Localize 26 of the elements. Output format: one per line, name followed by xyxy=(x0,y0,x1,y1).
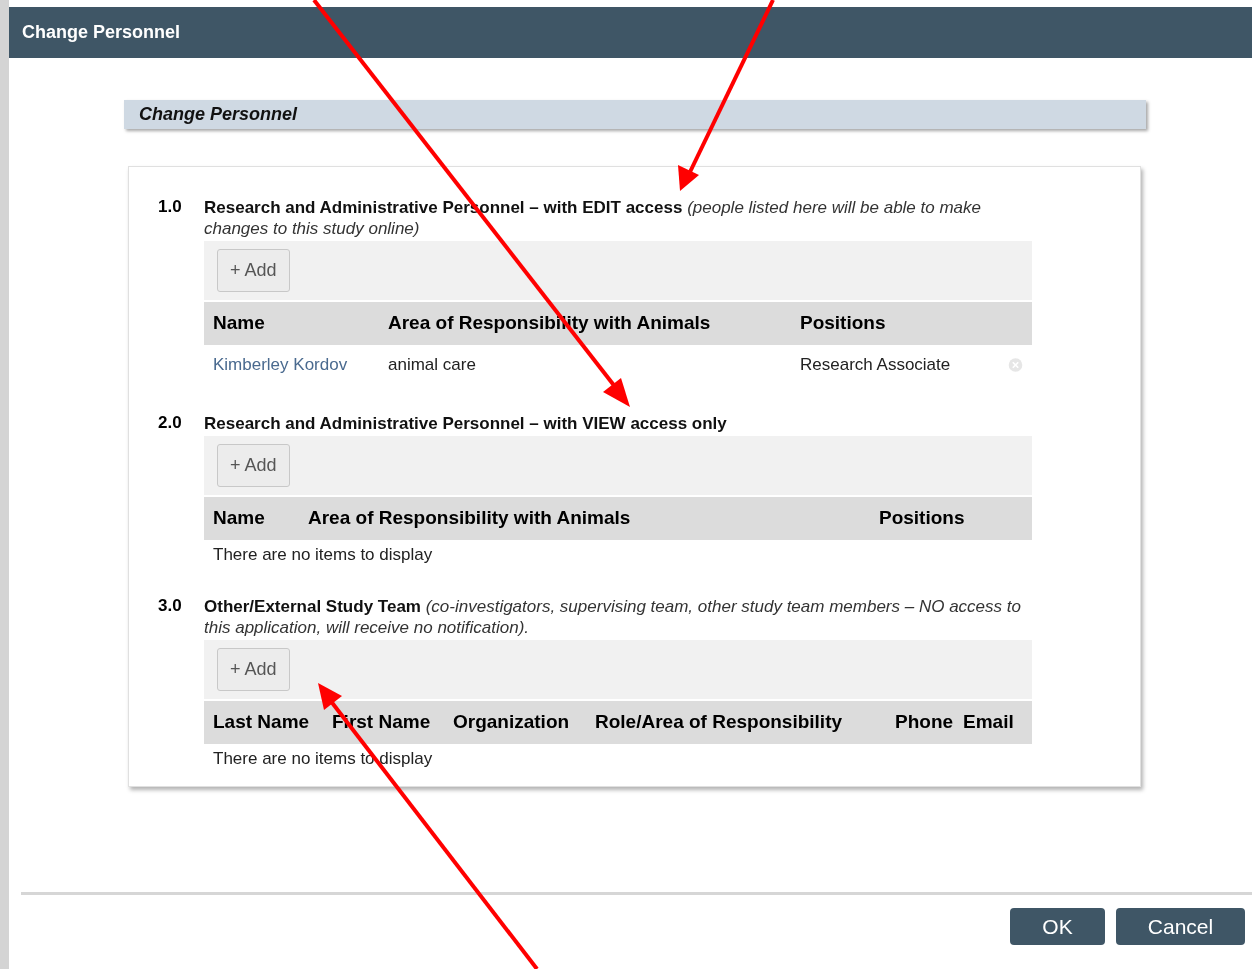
section-number: 1.0 xyxy=(157,197,183,218)
add-button[interactable]: + Add xyxy=(217,249,290,292)
column-header: Last Name xyxy=(213,709,311,734)
section-title: Research and Administrative Personnel – with VIEW access only xyxy=(204,413,728,434)
empty-message: There are no items to display xyxy=(212,544,434,566)
section-number: 2.0 xyxy=(157,413,183,434)
ok-button[interactable]: OK xyxy=(1010,908,1105,945)
column-header: Organization xyxy=(453,709,571,734)
column-header: Positions xyxy=(879,506,966,531)
panel-title: Change Personnel xyxy=(139,103,298,126)
column-header: Email xyxy=(963,709,1015,734)
column-header: Positions xyxy=(800,311,887,336)
column-header: Area of Responsibility with Animals xyxy=(308,506,632,531)
add-button[interactable]: + Add xyxy=(217,444,290,487)
column-header: Role/Area of Responsibility xyxy=(595,709,844,734)
cancel-button[interactable]: Cancel xyxy=(1116,908,1245,945)
window-title: Change Personnel xyxy=(22,21,181,44)
section-title: Other/External Study Team (co-investigators, supervising team, other study team members – NO access to this application, will receive no notification). xyxy=(204,595,1022,638)
name-link[interactable]: Kimberley Kordov xyxy=(213,352,388,378)
column-header: Phone xyxy=(895,709,955,734)
column-header: Name xyxy=(213,506,266,531)
section-number: 3.0 xyxy=(157,595,183,617)
table-cell-text: animal care xyxy=(388,354,477,377)
column-header: Name xyxy=(213,311,266,336)
add-button[interactable]: + Add xyxy=(217,647,290,691)
table-cell-text: Research Associate xyxy=(800,354,952,377)
